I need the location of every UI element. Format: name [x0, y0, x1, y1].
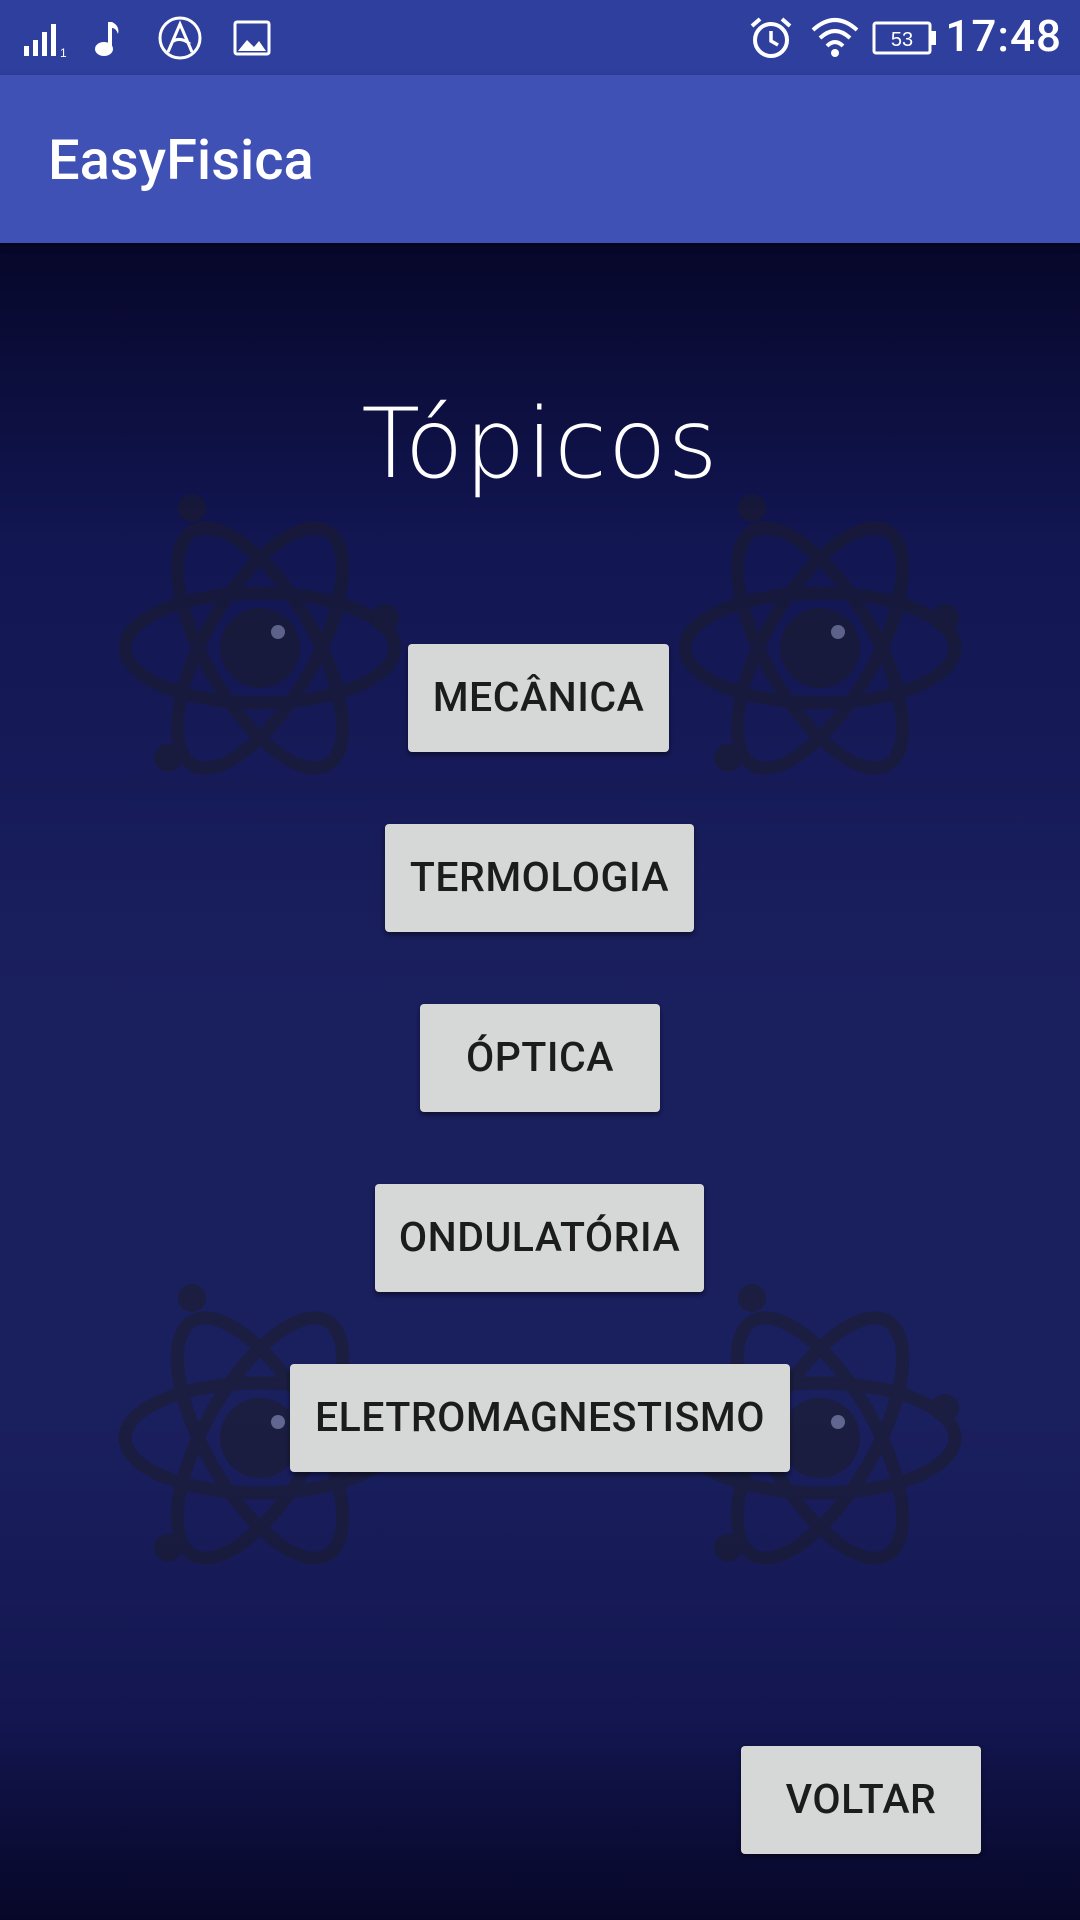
mecanica-button[interactable]: MECÂNICA: [408, 644, 669, 752]
app-logo-icon: [156, 14, 204, 62]
clock-time: 17:48: [945, 10, 1062, 62]
termologia-button[interactable]: TERMOLOGIA: [385, 824, 694, 932]
battery-level: 53: [891, 29, 913, 51]
eletromagnetismo-button[interactable]: ELETROMAGNESTISMO: [290, 1364, 790, 1472]
optica-button[interactable]: ÓPTICA: [420, 1004, 660, 1112]
svg-text:1: 1: [60, 46, 67, 58]
main-content: Tópicos MECÂNICA TERMOLOGIA ÓPTICA ONDUL…: [0, 243, 1080, 1920]
music-note-icon: [92, 14, 122, 62]
app-bar: EasyFisica: [0, 75, 1080, 243]
status-bar: 1 53 17:48: [0, 0, 1080, 75]
alarm-icon: [748, 14, 794, 62]
signal-icon: 1: [22, 14, 70, 62]
battery-icon: 53: [872, 14, 938, 62]
image-icon: [232, 14, 272, 62]
atom-icon: [110, 488, 410, 808]
ondulatoria-button[interactable]: ONDULATÓRIA: [375, 1184, 704, 1292]
wifi-icon: [810, 14, 860, 62]
page-title: Tópicos: [361, 388, 719, 500]
back-button[interactable]: VOLTAR: [741, 1746, 981, 1854]
atom-icon: [670, 488, 970, 808]
app-title: EasyFisica: [48, 127, 314, 193]
